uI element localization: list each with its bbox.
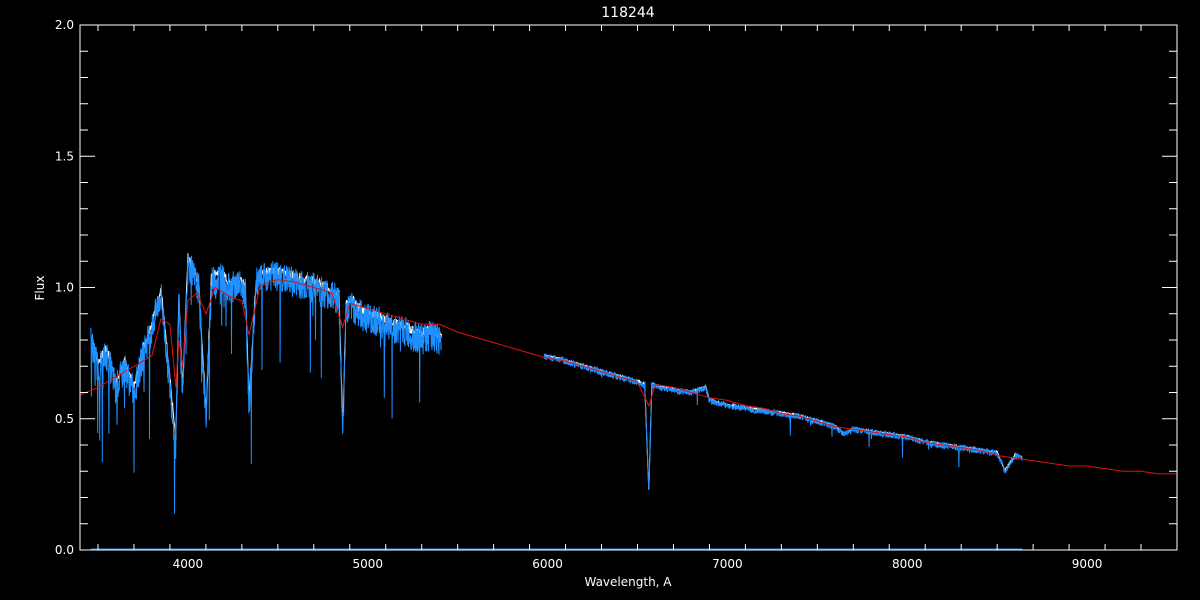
- x-tick-label: 6000: [532, 557, 563, 571]
- y-tick-label: 0.0: [55, 543, 74, 557]
- chart-title: 118244: [601, 5, 655, 21]
- y-tick-label: 0.5: [55, 412, 74, 426]
- spectrum-chart: 118244 4000 5000 6000 7000 8000 9000 0.0 0.5 1.0…: [33, 5, 1178, 589]
- x-tick-label: 5000: [352, 557, 383, 571]
- axes: 4000 5000 6000 7000 8000 9000 0.0 0.5 1.0 1.5 2.0: [55, 18, 1178, 571]
- plot-area: [80, 253, 1177, 550]
- x-axis-label: Wavelength, A: [584, 575, 672, 589]
- observed-series-1: [90, 254, 442, 514]
- y-tick-label: 1.5: [55, 149, 74, 163]
- y-tick-label: 1.0: [55, 281, 74, 295]
- x-tick-label: 8000: [892, 557, 923, 571]
- x-tick-label: 7000: [712, 557, 743, 571]
- observed-series-2: [543, 353, 1023, 491]
- y-axis-label: Flux: [33, 276, 47, 301]
- x-tick-label: 9000: [1072, 557, 1103, 571]
- plot-frame: [79, 24, 1178, 551]
- x-tick-label: 4000: [173, 557, 204, 571]
- y-tick-label: 2.0: [55, 18, 74, 32]
